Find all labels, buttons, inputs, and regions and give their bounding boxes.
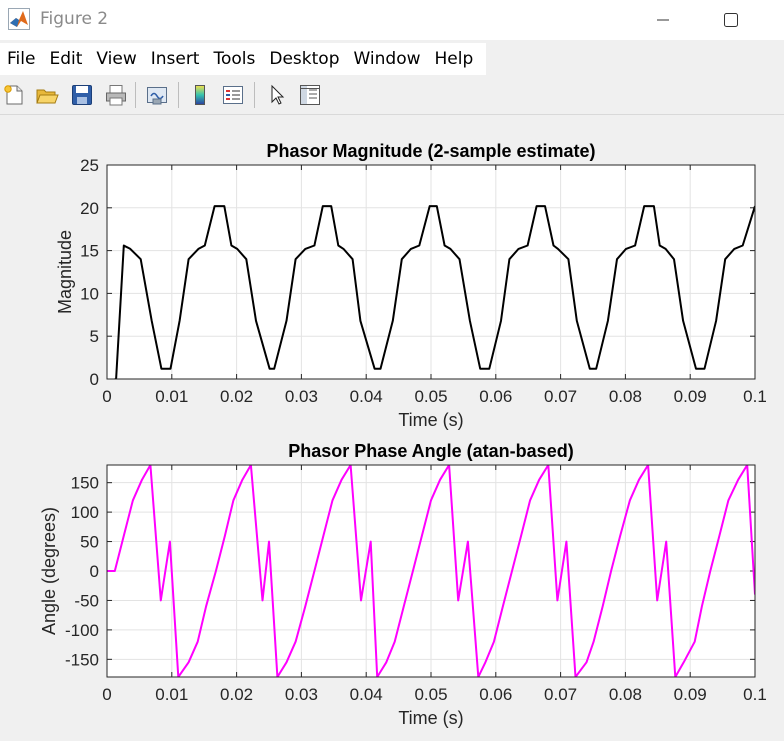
phase-x-axis-label: Time (s) <box>398 708 463 728</box>
magnitude-x-tick-label: 0.09 <box>674 387 707 406</box>
magnitude-y-tick-label: 5 <box>90 327 99 346</box>
magnitude-x-tick-label: 0.06 <box>479 387 512 406</box>
window-title: Figure 2 <box>40 9 109 29</box>
phase-y-tick-label: -50 <box>74 591 99 610</box>
open-file-button[interactable] <box>33 81 61 109</box>
magnitude-x-tick-label: 0.04 <box>350 387 383 406</box>
open-file-icon <box>36 89 59 104</box>
menu-file[interactable]: File <box>0 43 42 75</box>
phase-x-tick-label: 0.06 <box>479 685 512 704</box>
magnitude-x-tick-label: 0.02 <box>220 387 253 406</box>
minimize-icon <box>657 19 669 21</box>
magnitude-x-tick-label: 0.1 <box>743 387 767 406</box>
menu-desktop[interactable]: Desktop <box>262 43 346 75</box>
magnitude-y-tick-label: 10 <box>80 284 99 303</box>
phase-x-tick-label: 0.04 <box>350 685 383 704</box>
phase-chart-title: Phasor Phase Angle (atan-based) <box>288 441 573 461</box>
phase-x-tick-label: 0.07 <box>544 685 577 704</box>
phase-x-tick-label: 0.08 <box>609 685 642 704</box>
save-button[interactable] <box>68 81 96 109</box>
phase-plot: 0 0.01 0.02 0.03 0.04 0.05 0.06 0.07 0.08 0.09 0.1… <box>39 441 767 728</box>
minimize-button[interactable] <box>640 0 686 40</box>
phase-x-tick-label: 0 <box>102 685 111 704</box>
maximize-icon <box>724 13 738 27</box>
figure-canvas: 0 0.01 0.02 0.03 0.04 0.05 0.06 0.07 0.08 0.09 0.1… <box>0 115 784 736</box>
window-title-bar: Figure 2 <box>0 0 784 40</box>
print-icon <box>106 85 126 106</box>
phase-y-tick-label: 150 <box>71 474 99 493</box>
menu-bar-items: File Edit View Insert Tools Desktop Window Help <box>0 43 487 75</box>
new-figure-button[interactable] <box>0 81 28 109</box>
phase-x-tick-label: 0.02 <box>220 685 253 704</box>
phase-y-tick-label: -150 <box>65 650 99 669</box>
magnitude-y-tick-label: 20 <box>80 199 99 218</box>
phase-y-axis-label: Angle (degrees) <box>39 507 59 635</box>
phase-x-tick-label: 0.01 <box>155 685 188 704</box>
insert-legend-button[interactable] <box>219 81 247 109</box>
edit-plot-pointer-button[interactable] <box>262 81 290 109</box>
phase-y-tick-label: -100 <box>65 621 99 640</box>
magnitude-y-tick-label: 25 <box>80 156 99 175</box>
figure-plots: 0 0.01 0.02 0.03 0.04 0.05 0.06 0.07 0.08 0.09 0.1… <box>39 141 767 728</box>
insert-colorbar-button[interactable] <box>186 81 214 109</box>
magnitude-x-tick-label: 0.03 <box>285 387 318 406</box>
menu-window[interactable]: Window <box>346 43 427 75</box>
magnitude-plot: 0 0.01 0.02 0.03 0.04 0.05 0.06 0.07 0.08 0.09 0.1… <box>55 141 767 430</box>
menu-insert[interactable]: Insert <box>144 43 207 75</box>
new-figure-icon <box>4 85 23 105</box>
property-inspector-button[interactable] <box>296 81 324 109</box>
magnitude-y-tick-label: 15 <box>80 242 99 261</box>
phase-y-tick-label: 50 <box>80 533 99 552</box>
magnitude-x-tick-label: 0.08 <box>609 387 642 406</box>
magnitude-x-tick-label: 0.05 <box>414 387 447 406</box>
magnitude-x-axis-label: Time (s) <box>398 410 463 430</box>
figure-toolbar <box>0 76 784 115</box>
save-icon <box>72 85 92 105</box>
magnitude-chart-title: Phasor Magnitude (2-sample estimate) <box>266 141 595 161</box>
phase-x-tick-label: 0.09 <box>674 685 707 704</box>
magnitude-x-tick-label: 0 <box>102 387 111 406</box>
print-button[interactable] <box>102 81 130 109</box>
phase-y-tick-label: 0 <box>90 562 99 581</box>
phase-x-tick-label: 0.1 <box>743 685 767 704</box>
property-inspector-icon <box>300 85 320 105</box>
menu-view[interactable]: View <box>89 43 143 75</box>
magnitude-x-tick-label: 0.01 <box>155 387 188 406</box>
edit-plot-pointer-icon <box>271 84 285 105</box>
maximize-button[interactable] <box>708 0 754 40</box>
menu-tools[interactable]: Tools <box>206 43 262 75</box>
menu-edit[interactable]: Edit <box>42 43 89 75</box>
insert-legend-icon <box>223 86 243 104</box>
magnitude-y-axis-label: Magnitude <box>55 230 75 314</box>
phase-y-tick-label: 100 <box>71 503 99 522</box>
menu-help[interactable]: Help <box>428 43 481 75</box>
phase-x-tick-label: 0.05 <box>414 685 447 704</box>
phase-x-tick-label: 0.03 <box>285 685 318 704</box>
matlab-icon <box>8 8 30 30</box>
insert-colorbar-icon <box>195 85 205 105</box>
magnitude-x-tick-label: 0.07 <box>544 387 577 406</box>
link-plot-button[interactable] <box>143 81 171 109</box>
magnitude-y-tick-label: 0 <box>90 370 99 389</box>
link-plot-icon <box>147 87 167 105</box>
menu-bar: File Edit View Insert Tools Desktop Window Help <box>0 40 784 76</box>
